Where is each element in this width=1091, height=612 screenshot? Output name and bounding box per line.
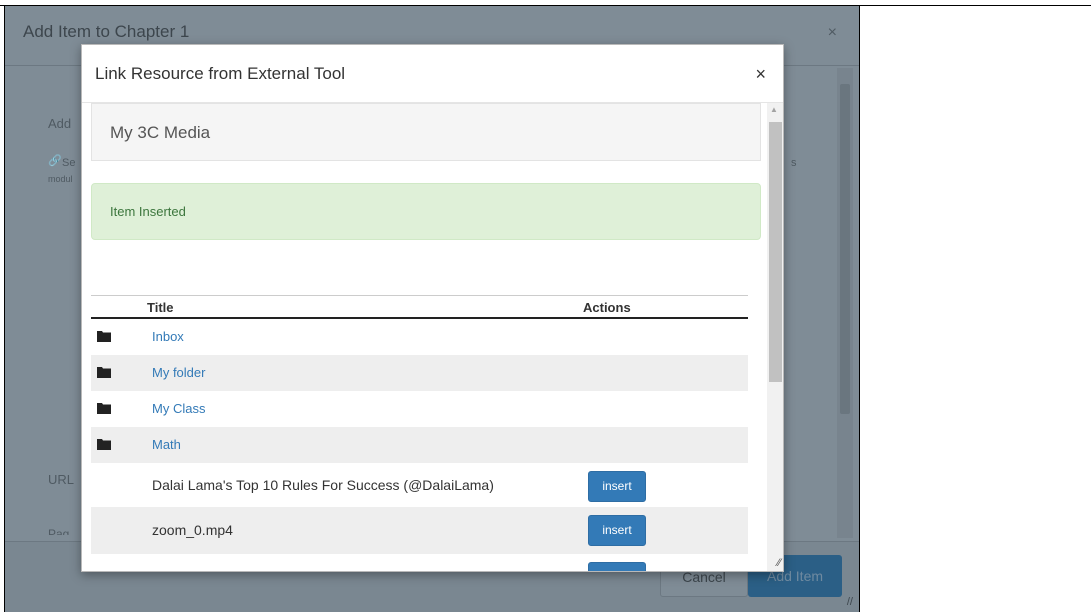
background-close-icon[interactable]: × (828, 24, 837, 42)
background-dialog-title: Add Item to Chapter 1 (23, 22, 190, 41)
background-link-icon: 🔗 (48, 155, 62, 167)
folder-link-my-folder[interactable]: My folder (152, 365, 205, 380)
background-add-label: Add (48, 116, 72, 131)
column-header-actions: Actions (583, 300, 631, 315)
table-row: Math (91, 427, 748, 463)
success-alert: Item Inserted (91, 183, 761, 240)
background-s-fragment: s (791, 157, 797, 169)
folder-icon (97, 403, 111, 414)
background-module-fragment: modul (48, 174, 73, 184)
folder-link-my-class[interactable]: My Class (152, 401, 205, 416)
folder-link-inbox[interactable]: Inbox (152, 329, 184, 344)
background-scroll-thumb[interactable] (840, 84, 850, 414)
link-resource-modal: Link Resource from External Tool × My 3C… (81, 44, 784, 572)
resource-name: My 3C Media (110, 123, 211, 142)
table-row: Dalai Lama's Top 10 Rules For Success (@… (91, 463, 748, 507)
media-item-title: zoom_0.mp4 (152, 522, 233, 538)
folder-icon (97, 367, 111, 378)
scroll-thumb[interactable] (769, 122, 782, 382)
insert-button[interactable]: insert (588, 515, 646, 546)
insert-button[interactable]: insert (588, 471, 646, 502)
media-item-title: Dalai Lama's Top 10 Rules For Success (@… (152, 477, 494, 493)
background-select-fragment: Se (62, 157, 76, 169)
table-row: My Class (91, 391, 748, 427)
modal-scrollbar[interactable]: ▲ (767, 103, 783, 571)
background-url-label: URL (48, 472, 75, 487)
table-row (91, 554, 748, 571)
table-header: Title Actions (91, 295, 748, 319)
modal-content: My 3C Media Item Inserted Title Actions … (82, 103, 767, 571)
resource-header: My 3C Media (91, 103, 761, 161)
frame-border-right (859, 5, 860, 612)
folder-icon (97, 331, 111, 342)
background-resize-grip-icon[interactable]: // (847, 596, 853, 608)
table-row: Inbox (91, 319, 748, 355)
scroll-up-arrow-icon[interactable]: ▲ (770, 105, 778, 114)
modal-title: Link Resource from External Tool (95, 64, 346, 83)
modal-header: Link Resource from External Tool × (82, 45, 783, 103)
table-row: zoom_0.mp4 insert (91, 507, 748, 554)
background-page-label: Pag (48, 527, 70, 535)
close-icon[interactable]: × (755, 64, 766, 85)
insert-button-partial[interactable] (588, 562, 646, 571)
folder-link-math[interactable]: Math (152, 437, 181, 452)
alert-text: Item Inserted (110, 204, 186, 219)
column-header-title: Title (147, 300, 174, 315)
screen: Add Item to Chapter 1 × Add 🔗 Se s modul… (0, 0, 1091, 612)
folder-icon (97, 439, 111, 450)
resize-grip-icon[interactable]: ⁄⁄ (777, 557, 781, 569)
table-row: My folder (91, 355, 748, 391)
